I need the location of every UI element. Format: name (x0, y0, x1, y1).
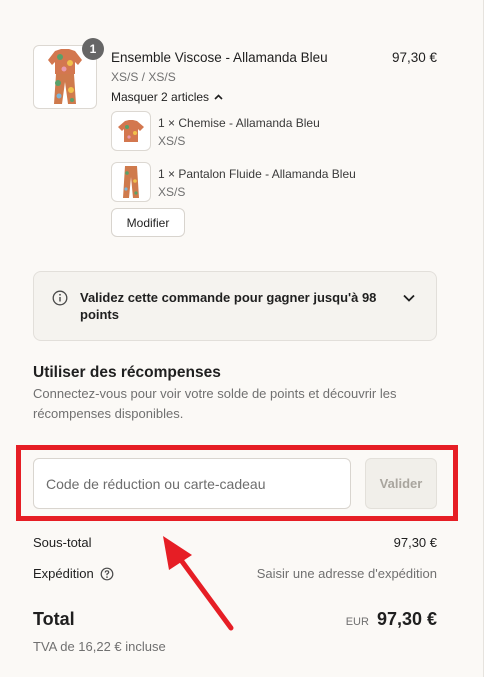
info-icon (52, 290, 68, 306)
shipping-value: Saisir une adresse d'expédition (256, 566, 437, 581)
quantity-badge: 1 (82, 38, 104, 60)
points-message: Validez cette commande pour gagner jusqu… (80, 290, 377, 322)
product-name: Ensemble Viscose - Allamanda Bleu (111, 50, 328, 65)
modify-button[interactable]: Modifier (111, 208, 185, 237)
rewards-title: Utiliser des récompenses (33, 364, 221, 381)
product-price: 97,30 € (391, 50, 437, 65)
subtotal-value: 97,30 € (393, 535, 437, 550)
product-variant: XS/S / XS/S (111, 70, 176, 84)
shirt-icon (118, 120, 144, 142)
sub-item-name: 1 × Chemise - Allamanda Bleu (158, 116, 320, 130)
toggle-items-link[interactable]: Masquer 2 articles (111, 90, 223, 104)
chevron-up-icon (214, 94, 223, 100)
total-amount: EUR 97,30 € (346, 609, 437, 630)
total-label: Total (33, 609, 75, 629)
subtotal-label: Sous-total (33, 535, 92, 550)
points-banner[interactable]: Validez cette commande pour gagner jusqu… (33, 271, 437, 341)
shipping-label: Expédition (33, 566, 94, 581)
annotation-highlight-box (16, 445, 458, 521)
shipping-label-row: Expédition (33, 566, 114, 581)
chevron-down-icon[interactable] (403, 294, 415, 302)
currency-code: EUR (345, 616, 369, 628)
sub-item-thumbnail-pants (111, 162, 151, 202)
sub-item-name: 1 × Pantalon Fluide - Allamanda Bleu (158, 167, 356, 181)
sub-item-variant: XS/S (158, 134, 186, 148)
toggle-items-label: Masquer 2 articles (111, 90, 210, 104)
rewards-description: Connectez-vous pour voir votre solde de … (33, 386, 397, 421)
sub-item-variant: XS/S (158, 185, 186, 199)
pants-icon (123, 166, 139, 198)
outfit-image-icon (48, 49, 82, 104)
total-value: 97,30 € (376, 609, 437, 629)
tax-note: TVA de 16,22 € incluse (33, 639, 166, 654)
sub-item-thumbnail-shirt (111, 111, 151, 151)
help-icon[interactable] (100, 567, 114, 581)
